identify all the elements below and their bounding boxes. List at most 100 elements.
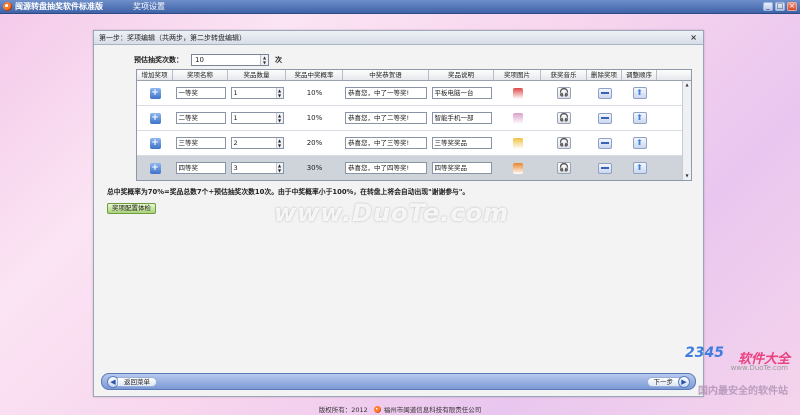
qty-cell: 1 ▲ ▼ (228, 106, 286, 130)
col-music: 获奖音乐 (541, 70, 587, 80)
qty-arrows[interactable]: ▲ ▼ (275, 88, 283, 98)
prize-qty-spinner[interactable]: 1 ▲ ▼ (230, 112, 284, 124)
panel-close-button[interactable]: × (690, 33, 697, 42)
prize-image-icon[interactable] (512, 137, 523, 149)
arrow-up-icon[interactable]: ⬆ (632, 112, 647, 124)
draw-count-label: 预估抽奖次数： (134, 56, 183, 64)
prize-edit-panel: 第一步：奖项编辑（共两步，第二步转盘编辑） × 预估抽奖次数： 10 ▲ ▼ 次 … (93, 30, 704, 397)
spin-down-icon[interactable]: ▼ (261, 60, 268, 65)
spinner-arrows[interactable]: ▲ ▼ (260, 55, 268, 65)
qty-arrows[interactable]: ▲ ▼ (275, 138, 283, 148)
plus-icon[interactable]: + (149, 137, 161, 149)
arrow-up-icon[interactable]: ⬆ (632, 162, 647, 174)
prize-qty-value[interactable]: 2 (234, 139, 238, 147)
minus-icon[interactable] (597, 87, 612, 99)
scroll-up-icon[interactable]: ▲ (683, 81, 691, 89)
prize-name-input[interactable]: 四等奖 (175, 162, 226, 174)
draw-count-unit: 次 (275, 56, 282, 64)
add-cell: + (137, 81, 173, 105)
prize-table: 增加奖项 奖项名称 奖品数量 奖品中奖概率 中奖恭贺语 奖品说明 奖项图片 获奖… (136, 69, 692, 181)
plus-icon[interactable]: + (149, 112, 161, 124)
description-input[interactable]: 智能手机一部 (431, 112, 492, 124)
menu-prize-settings[interactable]: 奖项设置 (133, 1, 165, 12)
delete-cell (587, 81, 622, 105)
qty-arrows[interactable]: ▲ ▼ (275, 113, 283, 123)
maximize-button[interactable]: □ (775, 2, 785, 11)
music-cell: 🎧 (541, 156, 587, 180)
close-window-button[interactable]: × (787, 2, 797, 11)
spin-down-icon[interactable]: ▼ (277, 118, 283, 123)
greeting-cell: 恭喜您，中了一等奖! (343, 81, 429, 105)
qty-cell: 1 ▲ ▼ (228, 81, 286, 105)
table-row[interactable]: + 三等奖 2 ▲ ▼ 20% 恭喜您，中了三等奖! 三等奖奖品 🎧 ⬆ (137, 131, 691, 156)
music-cell: 🎧 (541, 106, 587, 130)
description-input[interactable]: 三等奖奖品 (431, 137, 492, 149)
prize-qty-spinner[interactable]: 2 ▲ ▼ (230, 137, 284, 149)
add-cell: + (137, 106, 173, 130)
spin-down-icon[interactable]: ▼ (277, 143, 283, 148)
table-row[interactable]: + 二等奖 1 ▲ ▼ 10% 恭喜您，中了二等奖! 智能手机一部 🎧 ⬆ (137, 106, 691, 131)
minus-icon[interactable] (597, 162, 612, 174)
prize-image-icon[interactable] (512, 87, 523, 99)
greeting-input[interactable]: 恭喜您，中了一等奖! (345, 87, 427, 99)
name-cell: 四等奖 (173, 156, 228, 180)
prize-image-icon[interactable] (512, 162, 523, 174)
qty-cell: 2 ▲ ▼ (228, 131, 286, 155)
spin-down-icon[interactable]: ▼ (277, 93, 283, 98)
description-input[interactable]: 四等奖奖品 (431, 162, 492, 174)
image-cell (494, 131, 541, 155)
delete-cell (587, 106, 622, 130)
spin-down-icon[interactable]: ▼ (277, 168, 283, 173)
plus-icon[interactable]: + (149, 162, 161, 174)
prize-name-input[interactable]: 二等奖 (175, 112, 226, 124)
prize-check-button[interactable]: 奖项配置体检 (107, 203, 156, 214)
greeting-input[interactable]: 恭喜您，中了二等奖! (345, 112, 427, 124)
scroll-down-icon[interactable]: ▼ (683, 172, 691, 180)
table-scrollbar[interactable]: ▲ ▼ (682, 81, 691, 180)
prize-qty-value[interactable]: 1 (234, 89, 238, 97)
brand-number: 2345 (685, 345, 724, 361)
desc-cell: 四等奖奖品 (429, 156, 494, 180)
back-to-menu-button[interactable]: ◀ 返回菜单 (107, 376, 157, 388)
order-cell: ⬆ (622, 156, 657, 180)
add-cell: + (137, 156, 173, 180)
prize-qty-value[interactable]: 3 (234, 164, 238, 172)
draw-count-spinner[interactable]: 10 ▲ ▼ (191, 54, 269, 66)
prize-name-input[interactable]: 一等奖 (175, 87, 226, 99)
headphones-icon[interactable]: 🎧 (557, 137, 571, 149)
prize-name-input[interactable]: 三等奖 (175, 137, 226, 149)
arrow-up-icon[interactable]: ⬆ (632, 137, 647, 149)
name-cell: 三等奖 (173, 131, 228, 155)
table-row[interactable]: + 一等奖 1 ▲ ▼ 10% 恭喜您，中了一等奖! 平板电脑一台 🎧 ⬆ (137, 81, 691, 106)
prize-qty-spinner[interactable]: 1 ▲ ▼ (230, 87, 284, 99)
greeting-input[interactable]: 恭喜您，中了三等奖! (345, 137, 427, 149)
greeting-cell: 恭喜您，中了二等奖! (343, 106, 429, 130)
headphones-icon[interactable]: 🎧 (557, 162, 571, 174)
panel-header: 第一步：奖项编辑（共两步，第二步转盘编辑） (94, 31, 703, 45)
image-cell (494, 156, 541, 180)
minus-icon[interactable] (597, 112, 612, 124)
draw-count-value[interactable]: 10 (195, 56, 204, 64)
col-order: 调整顺序 (622, 70, 657, 80)
greeting-cell: 恭喜您，中了三等奖! (343, 131, 429, 155)
minimize-button[interactable]: _ (763, 2, 773, 11)
minus-icon[interactable] (597, 137, 612, 149)
prize-qty-value[interactable]: 1 (234, 114, 238, 122)
order-cell: ⬆ (622, 131, 657, 155)
plus-icon[interactable]: + (149, 87, 161, 99)
music-cell: 🎧 (541, 131, 587, 155)
col-name: 奖项名称 (173, 70, 228, 80)
prob-cell: 20% (306, 139, 323, 147)
headphones-icon[interactable]: 🎧 (557, 112, 571, 124)
headphones-icon[interactable]: 🎧 (557, 87, 571, 99)
table-row[interactable]: + 四等奖 3 ▲ ▼ 30% 恭喜您，中了四等奖! 四等奖奖品 🎧 ⬆ (137, 156, 691, 180)
brand-watermark: 2345 软件大全 www.DuoTe.com 国内最安全的软件站 (656, 344, 796, 402)
qty-arrows[interactable]: ▲ ▼ (275, 163, 283, 173)
arrow-up-icon[interactable]: ⬆ (632, 87, 647, 99)
greeting-input[interactable]: 恭喜您，中了四等奖! (345, 162, 427, 174)
prize-qty-spinner[interactable]: 3 ▲ ▼ (230, 162, 284, 174)
prize-image-icon[interactable] (512, 112, 523, 124)
delete-cell (587, 156, 622, 180)
desc-cell: 平板电脑一台 (429, 81, 494, 105)
description-input[interactable]: 平板电脑一台 (431, 87, 492, 99)
